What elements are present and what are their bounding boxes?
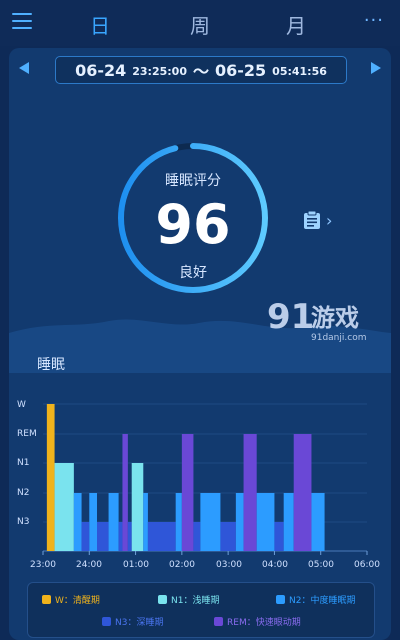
legend-label: N2：中度睡眠期 — [289, 596, 356, 606]
stage-bar-w — [46, 404, 55, 551]
stage-bar-rem — [293, 434, 312, 551]
stage-bar-n2 — [73, 493, 82, 551]
stage-bar-n2 — [175, 493, 182, 551]
x-tick-label: 01:00 — [123, 560, 149, 570]
range-separator: 〜 — [192, 62, 209, 81]
x-tick-label: 03:00 — [216, 560, 242, 570]
legend-swatch — [102, 617, 111, 626]
start-date: 06-24 — [75, 60, 127, 80]
legend-item-n3: N3：深睡期 — [102, 615, 163, 628]
x-tick-label: 24:00 — [76, 560, 102, 570]
legend-label: W：清醒期 — [55, 596, 100, 606]
tab-day[interactable]: 日 — [90, 10, 110, 39]
svg-text:游戏: 游戏 — [311, 304, 359, 332]
start-time: 23:25:00 — [132, 65, 187, 78]
stage-bar-rem — [181, 434, 194, 551]
stage-bar-n1 — [54, 463, 74, 551]
more-icon[interactable]: ··· — [364, 10, 384, 31]
stage-bar-n3 — [81, 522, 90, 551]
stage-bar-n2 — [89, 493, 97, 551]
chevron-right-icon[interactable]: › — [326, 211, 332, 230]
svg-text:91: 91 — [267, 297, 314, 337]
stage-bar-n2 — [200, 493, 221, 551]
tab-month[interactable]: 月 — [286, 10, 306, 39]
legend-label: N1：浅睡期 — [171, 596, 220, 606]
stage-bar-rem — [122, 434, 128, 551]
tab-week[interactable]: 周 — [190, 10, 210, 39]
sleep-section-title: 睡眠 — [37, 357, 65, 373]
legend-swatch — [214, 617, 223, 626]
previous-day-arrow-icon[interactable] — [19, 62, 29, 74]
x-tick-label: 06:00 — [354, 560, 380, 570]
x-tick-label: 05:00 — [308, 560, 334, 570]
stage-bar-n3 — [118, 522, 123, 551]
sleep-stage-chart: W REM N1 N2 N3 23:00 24:00 01:00 02:00 0… — [9, 394, 391, 576]
stage-bar-n3 — [97, 522, 109, 551]
date-range-box: 06-24 23:25:00 〜 06-25 05:41:56 — [55, 56, 347, 84]
legend-label: N3：深睡期 — [115, 618, 164, 628]
legend-item-rem: REM：快速眼动期 — [214, 615, 301, 628]
legend-label: REM：快速眼动期 — [227, 618, 301, 628]
score-value: 96 — [155, 193, 231, 256]
stage-bar-n2 — [143, 493, 148, 551]
legend-swatch — [276, 595, 285, 604]
stage-legend: W：清醒期 N1：浅睡期 N2：中度睡眠期 N3：深睡期 REM：快速眼动期 — [27, 582, 375, 638]
svg-text:91danji.com: 91danji.com — [311, 333, 366, 343]
x-tick-label: 23:00 — [30, 560, 56, 570]
stage-bar-n3 — [147, 522, 176, 551]
report-clipboard-icon[interactable] — [303, 210, 321, 230]
stage-bar-n3 — [274, 522, 284, 551]
date-range-row: 06-24 23:25:00 〜 06-25 05:41:56 — [9, 56, 391, 84]
stage-bar-n2 — [311, 493, 325, 551]
stage-bar-n3 — [127, 522, 132, 551]
legend-item-w: W：清醒期 — [42, 593, 100, 606]
score-grade: 良好 — [179, 265, 207, 281]
legend-item-n1: N1：浅睡期 — [158, 593, 219, 606]
stage-bar-n3 — [193, 522, 201, 551]
top-bar: 日 周 月 ··· — [0, 0, 400, 46]
score-label: 睡眠评分 — [165, 173, 221, 189]
legend-swatch — [42, 595, 51, 604]
legend-item-n2: N2：中度睡眠期 — [276, 593, 355, 606]
stage-bar-rem — [243, 434, 257, 551]
end-date: 06-25 — [215, 60, 267, 80]
end-time: 05:41:56 — [272, 65, 327, 78]
hypnogram-plot — [42, 403, 368, 555]
stage-bar-n2 — [235, 493, 244, 551]
stage-bar-n2 — [256, 493, 275, 551]
legend-swatch — [158, 595, 167, 604]
next-day-arrow-icon[interactable] — [371, 62, 381, 74]
x-tick-label: 02:00 — [169, 560, 195, 570]
watermark-logo: 91 游戏 91danji.com — [267, 297, 366, 343]
sleep-card: 06-24 23:25:00 〜 06-25 05:41:56 睡眠评分 96 … — [9, 48, 391, 640]
stage-bar-n2 — [283, 493, 294, 551]
stage-bar-n2 — [108, 493, 119, 551]
menu-icon[interactable] — [12, 13, 32, 31]
stage-bar-n3 — [220, 522, 236, 551]
x-tick-label: 04:00 — [262, 560, 288, 570]
stage-bar-n1 — [131, 463, 144, 551]
